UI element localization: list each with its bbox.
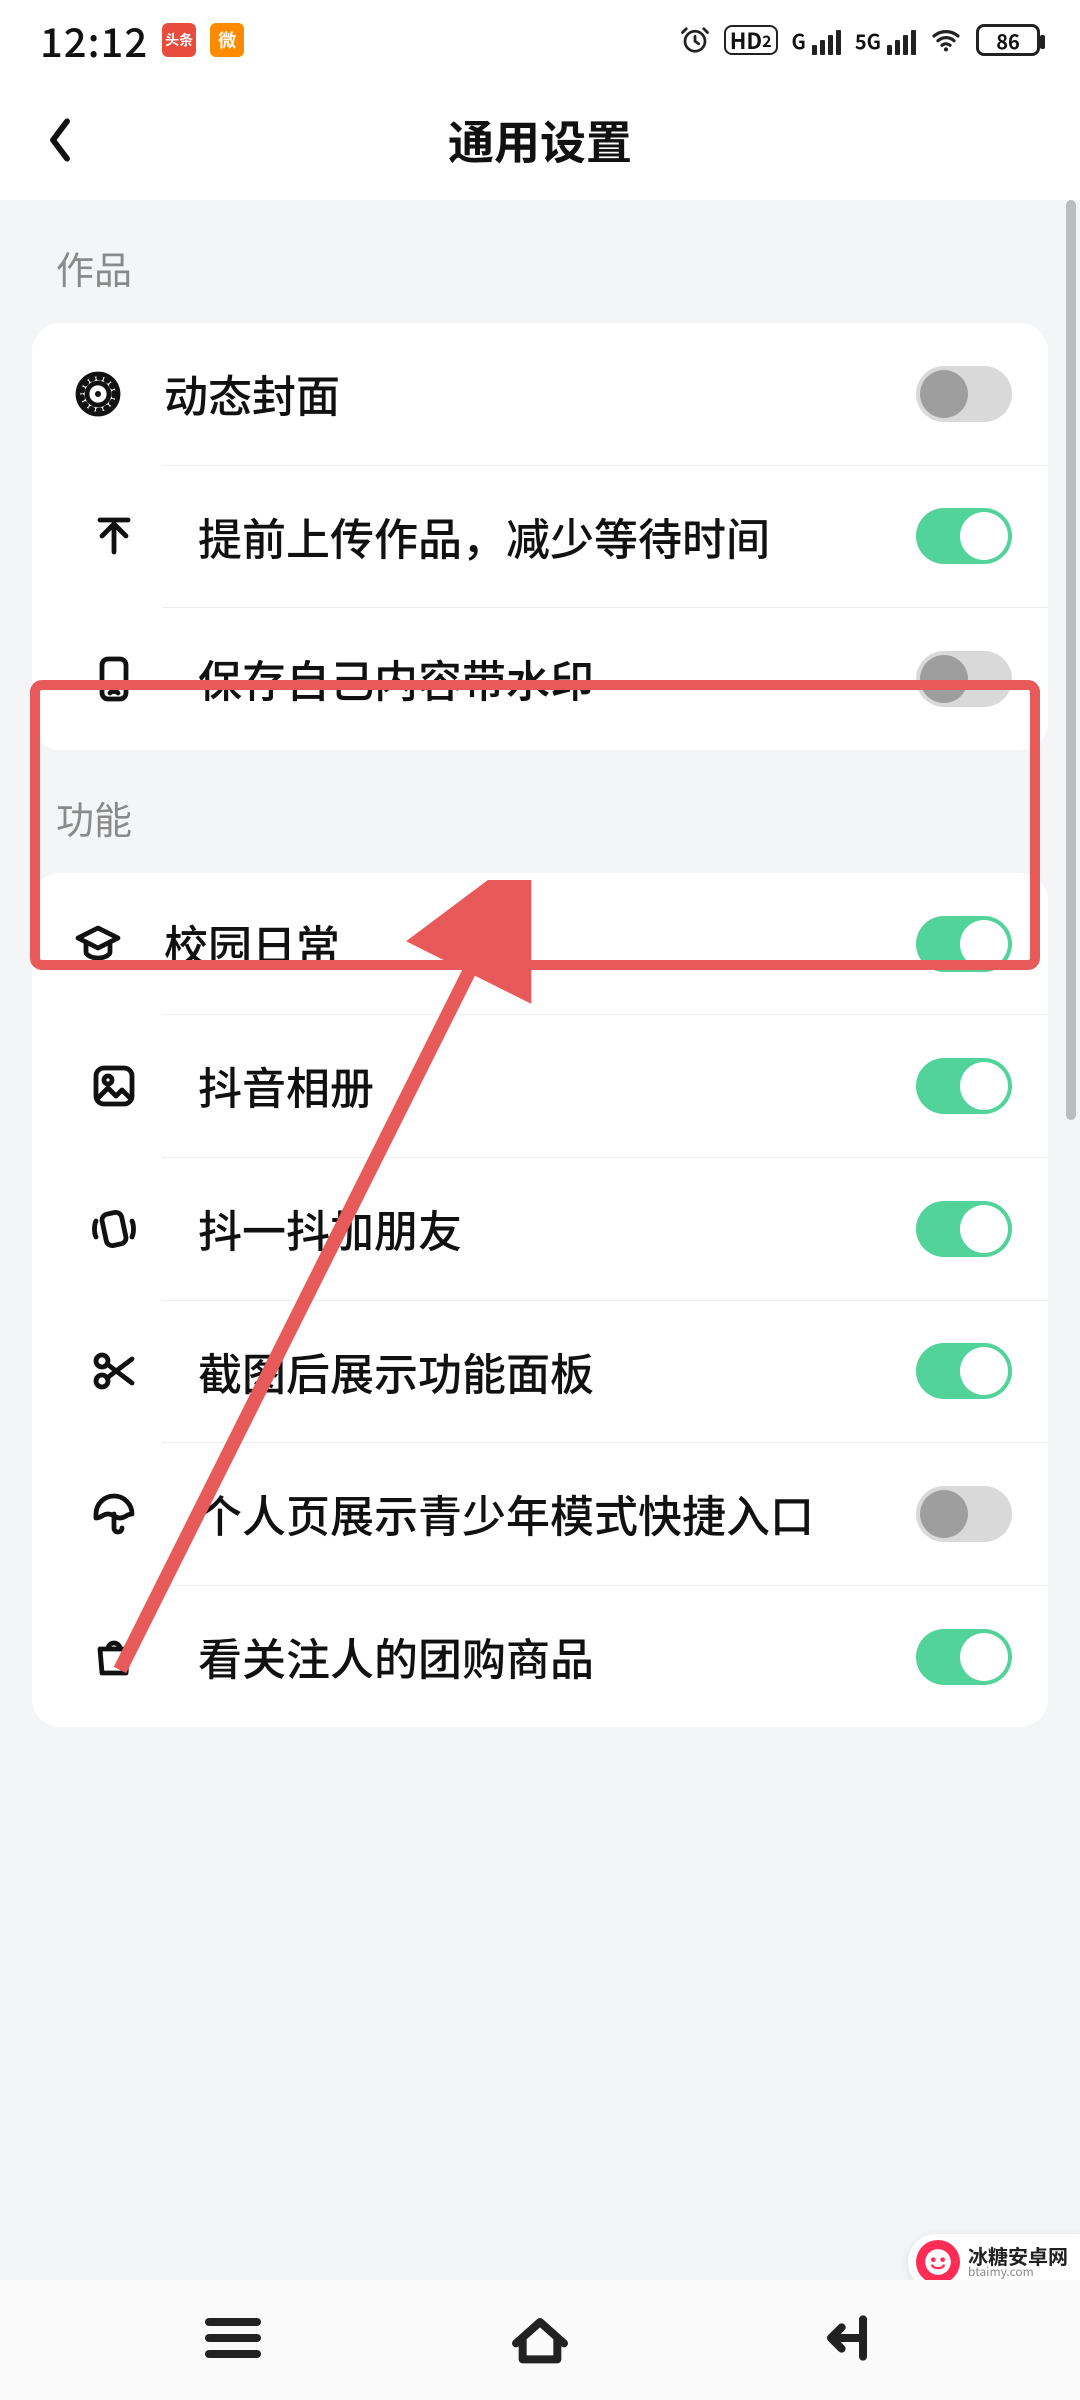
row-label: 抖一抖加朋友 [198, 1198, 880, 1260]
row-label: 截图后展示功能面板 [198, 1341, 880, 1403]
upload-icon [32, 512, 162, 560]
row-teen-mode[interactable]: 个人页展示青少年模式快捷入口 [162, 1442, 1048, 1585]
row-label: 校园日常 [164, 913, 880, 975]
hd-badge: HD2 [724, 25, 778, 55]
row-label: 个人页展示青少年模式快捷入口 [198, 1483, 880, 1545]
row-label: 提前上传作品，减少等待时间 [198, 506, 880, 568]
row-screenshot-panel[interactable]: 截图后展示功能面板 [162, 1300, 1048, 1443]
watermark-text: 冰糖安卓网 btaimy.com [968, 2246, 1068, 2278]
toggle-screenshot-panel[interactable] [916, 1343, 1012, 1399]
row-watermark[interactable]: 保存自己内容带水印 [162, 607, 1048, 750]
alarm-icon [680, 25, 710, 55]
grad-cap-icon [68, 920, 128, 968]
card-features: 校园日常 抖音相册 抖一抖加朋友 截图后展示功能面板 [32, 873, 1048, 1728]
row-preupload[interactable]: 提前上传作品，减少等待时间 [162, 465, 1048, 608]
signal-1: G [792, 26, 841, 55]
header: 通用设置 [0, 80, 1080, 200]
watermark-icon [916, 2240, 960, 2284]
toggle-album[interactable] [916, 1058, 1012, 1114]
section-label-features: 功能 [32, 750, 1048, 873]
page-title: 通用设置 [448, 107, 632, 173]
scroll-indicator [1066, 200, 1076, 1120]
row-label: 动态封面 [164, 363, 880, 425]
status-bar: 12:12 头条 微 HD2 G 5G 86 [0, 0, 1080, 80]
row-group-buy[interactable]: 看关注人的团购商品 [162, 1585, 1048, 1728]
battery-icon: 86 [976, 24, 1040, 56]
row-label: 保存自己内容带水印 [198, 648, 880, 710]
toggle-teen-mode[interactable] [916, 1486, 1012, 1542]
row-label: 看关注人的团购商品 [198, 1626, 880, 1688]
wifi-icon [930, 24, 962, 56]
image-icon [32, 1062, 162, 1110]
row-label: 抖音相册 [198, 1055, 880, 1117]
toggle-group-buy[interactable] [916, 1629, 1012, 1685]
target-icon [68, 370, 128, 418]
toggle-dynamic-cover[interactable] [916, 366, 1012, 422]
toggle-preupload[interactable] [916, 508, 1012, 564]
app-badge-2: 微 [210, 23, 244, 57]
bag-icon [32, 1633, 162, 1681]
toggle-campus[interactable] [916, 916, 1012, 972]
section-label-works: 作品 [32, 200, 1048, 323]
umbrella-icon [32, 1490, 162, 1538]
content: 作品 动态封面 提前上传作品，减少等待时间 保存自己内容带水印 功能 [0, 200, 1080, 1767]
row-shake[interactable]: 抖一抖加朋友 [162, 1157, 1048, 1300]
nav-home-button[interactable] [508, 2306, 572, 2375]
row-album[interactable]: 抖音相册 [162, 1014, 1048, 1157]
app-badge-1: 头条 [162, 23, 196, 57]
phone-icon [32, 655, 162, 703]
signal-2: 5G [855, 26, 916, 55]
nav-back-button[interactable] [815, 2306, 879, 2375]
toggle-watermark[interactable] [916, 651, 1012, 707]
toggle-shake[interactable] [916, 1201, 1012, 1257]
card-works: 动态封面 提前上传作品，减少等待时间 保存自己内容带水印 [32, 323, 1048, 750]
system-nav-bar [0, 2280, 1080, 2400]
status-left: 12:12 头条 微 [40, 11, 244, 69]
row-dynamic-cover[interactable]: 动态封面 [32, 323, 1048, 465]
clock: 12:12 [40, 11, 148, 69]
scissors-icon [32, 1347, 162, 1395]
back-button[interactable] [30, 110, 90, 170]
status-right: HD2 G 5G 86 [680, 24, 1040, 56]
nav-recents-button[interactable] [201, 2306, 265, 2375]
row-campus[interactable]: 校园日常 [32, 873, 1048, 1015]
shake-icon [32, 1205, 162, 1253]
